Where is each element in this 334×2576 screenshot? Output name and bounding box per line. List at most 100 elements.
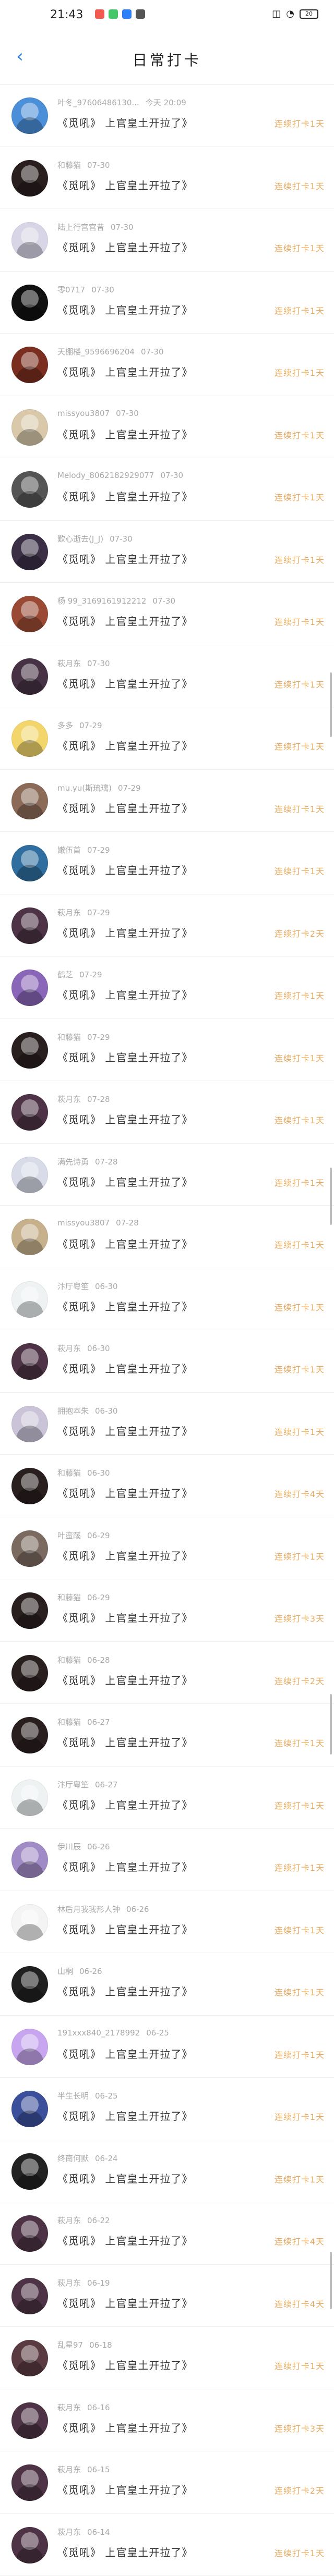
user-name[interactable]: 多多 [57, 721, 73, 730]
user-name[interactable]: 和藤猫 [57, 1468, 81, 1478]
user-name[interactable]: 半生长明 [57, 2091, 89, 2101]
avatar[interactable] [11, 1219, 48, 1255]
user-name[interactable]: 叶冬_97606486130... [57, 98, 139, 107]
user-name[interactable]: missyou3807 [57, 1218, 110, 1228]
avatar[interactable] [11, 1530, 48, 1567]
avatar[interactable] [11, 222, 48, 259]
checkin-row[interactable]: 萩月东07-30《觅吼》 上官皇土开拉了》连续打卡1天 [0, 645, 334, 708]
avatar[interactable] [11, 471, 48, 508]
avatar[interactable] [11, 1592, 48, 1629]
scrollbar[interactable] [330, 1694, 332, 1755]
checkin-row[interactable]: 天棚楼_959669620407-30《觅吼》 上官皇土开拉了》连续打卡1天 [0, 334, 334, 396]
user-name[interactable]: 满先诗勇 [57, 1157, 89, 1167]
checkin-row[interactable]: 和藤猫06-30《觅吼》 上官皇土开拉了》连续打卡4天 [0, 1455, 334, 1517]
user-name[interactable]: 萩月东 [57, 659, 81, 668]
checkin-row[interactable]: 和藤猫06-29《觅吼》 上官皇土开拉了》连续打卡3天 [0, 1579, 334, 1642]
user-name[interactable]: 和藤猫 [57, 1718, 81, 1727]
user-name[interactable]: 和藤猫 [57, 1655, 81, 1665]
user-name[interactable]: Melody_8062182929077 [57, 471, 154, 480]
avatar[interactable] [11, 347, 48, 383]
checkin-row[interactable]: 叶蛮蹊06-29《觅吼》 上官皇土开拉了》连续打卡1天 [0, 1517, 334, 1580]
checkin-row[interactable]: 萩月东07-28《觅吼》 上官皇土开拉了》连续打卡1天 [0, 1081, 334, 1144]
checkin-row[interactable]: 陆上行宫宫昔07-30《觅吼》 上官皇土开拉了》连续打卡1天 [0, 209, 334, 272]
user-name[interactable]: 萩月东 [57, 2465, 81, 2474]
checkin-row[interactable]: 鹤芝07-29《觅吼》 上官皇土开拉了》连续打卡1天 [0, 956, 334, 1019]
checkin-row[interactable]: 萩月东06-30《觅吼》 上官皇土开拉了》连续打卡1天 [0, 1330, 334, 1393]
checkin-row[interactable]: 和藤猫07-30《觅吼》 上官皇土开拉了》连续打卡1天 [0, 147, 334, 210]
user-name[interactable]: 鹤芝 [57, 970, 73, 979]
user-name[interactable]: 歎心逝去(J_J) [57, 534, 103, 544]
checkin-row[interactable]: 半生长明06-25《觅吼》 上官皇土开拉了》连续打卡1天 [0, 2078, 334, 2140]
user-name[interactable]: missyou3807 [57, 409, 110, 418]
user-name[interactable]: 拥抱本朱 [57, 1406, 89, 1416]
user-name[interactable]: 191xxx840_2178992 [57, 2028, 140, 2038]
checkin-row[interactable]: 满先诗勇07-28《觅吼》 上官皇土开拉了》连续打卡1天 [0, 1144, 334, 1206]
user-name[interactable]: 萩月东 [57, 2216, 81, 2225]
avatar[interactable] [11, 658, 48, 695]
avatar[interactable] [11, 2029, 48, 2065]
user-name[interactable]: 汴厅粤笙 [57, 1282, 89, 1291]
checkin-row[interactable]: 191xxx840_217899206-25《觅吼》 上官皇土开拉了》连续打卡1… [0, 2016, 334, 2078]
avatar[interactable] [11, 907, 48, 944]
checkin-row[interactable]: 嫩伍首07-29《觅吼》 上官皇土开拉了》连续打卡1天 [0, 832, 334, 894]
checkin-row[interactable]: 林后月我我形人钟06-26《觅吼》 上官皇土开拉了》连续打卡1天 [0, 1891, 334, 1954]
avatar[interactable] [11, 1406, 48, 1442]
user-name[interactable]: 乱星97 [57, 2340, 83, 2350]
checkin-row[interactable]: 多多07-29《觅吼》 上官皇土开拉了》连续打卡1天 [0, 707, 334, 770]
avatar[interactable] [11, 1780, 48, 1816]
scrollbar[interactable] [330, 1168, 332, 1225]
user-name[interactable]: 汴厅粤笙 [57, 1780, 89, 1789]
avatar[interactable] [11, 160, 48, 197]
avatar[interactable] [11, 1343, 48, 1380]
avatar[interactable] [11, 2091, 48, 2127]
user-name[interactable]: 萩月东 [57, 2278, 81, 2288]
avatar[interactable] [11, 2340, 48, 2376]
user-name[interactable]: 萩月东 [57, 2528, 81, 2537]
avatar[interactable] [11, 1281, 48, 1318]
user-name[interactable]: 零0717 [57, 285, 85, 295]
checkin-row[interactable]: 萩月东06-14《觅吼》 上官皇土开拉了》连续打卡1天 [0, 2514, 334, 2576]
avatar[interactable] [11, 1032, 48, 1069]
avatar[interactable] [11, 1904, 48, 1941]
checkin-row[interactable]: 叶冬_97606486130...今天 20:09《觅吼》 上官皇土开拉了》连续… [0, 84, 334, 147]
checkin-row[interactable]: 和藤猫06-28《觅吼》 上官皇土开拉了》连续打卡2天 [0, 1642, 334, 1704]
user-name[interactable]: 终南何默 [57, 2154, 89, 2163]
user-name[interactable]: 和藤猫 [57, 1593, 81, 1602]
avatar[interactable] [11, 1655, 48, 1691]
avatar[interactable] [11, 970, 48, 1006]
checkin-row[interactable]: 和藤猫06-27《觅吼》 上官皇土开拉了》连续打卡1天 [0, 1704, 334, 1767]
user-name[interactable]: 和藤猫 [57, 1033, 81, 1042]
checkin-row[interactable]: 和藤猫07-29《觅吼》 上官皇土开拉了》连续打卡1天 [0, 1019, 334, 1082]
user-name[interactable]: 和藤猫 [57, 161, 81, 170]
scrollbar[interactable] [330, 2252, 332, 2309]
user-name[interactable]: 萩月东 [57, 1095, 81, 1104]
user-name[interactable]: 伊川辰 [57, 1842, 81, 1851]
avatar[interactable] [11, 534, 48, 570]
avatar[interactable] [11, 1157, 48, 1193]
checkin-row[interactable]: 汴厅粤笙06-27《觅吼》 上官皇土开拉了》连续打卡1天 [0, 1767, 334, 1829]
user-name[interactable]: mu.yu(斯琉璃) [57, 783, 112, 793]
avatar[interactable] [11, 2153, 48, 2190]
avatar[interactable] [11, 1966, 48, 2003]
checkin-row[interactable]: 萩月东06-19《觅吼》 上官皇土开拉了》连续打卡4天 [0, 2265, 334, 2327]
checkin-row[interactable]: 终南何默06-24《觅吼》 上官皇土开拉了》连续打卡1天 [0, 2140, 334, 2203]
checkin-row[interactable]: 萩月东06-22《觅吼》 上官皇土开拉了》连续打卡4天 [0, 2202, 334, 2265]
user-name[interactable]: 山桐 [57, 1967, 73, 1976]
checkin-row[interactable]: 萩月东07-29《觅吼》 上官皇土开拉了》连续打卡2天 [0, 894, 334, 957]
avatar[interactable] [11, 596, 48, 632]
checkin-row[interactable]: 萩月东06-16《觅吼》 上官皇土开拉了》连续打卡3天 [0, 2389, 334, 2452]
avatar[interactable] [11, 2527, 48, 2563]
checkin-row[interactable]: mu.yu(斯琉璃)07-29《觅吼》 上官皇土开拉了》连续打卡1天 [0, 770, 334, 832]
checkin-row[interactable]: 乱星9706-18《觅吼》 上官皇土开拉了》连续打卡1天 [0, 2327, 334, 2389]
user-name[interactable]: 天棚楼_9596696204 [57, 347, 135, 357]
avatar[interactable] [11, 97, 48, 134]
avatar[interactable] [11, 2402, 48, 2439]
avatar[interactable] [11, 1094, 48, 1131]
user-name[interactable]: 杨 99_3169161912212 [57, 596, 146, 606]
avatar[interactable] [11, 285, 48, 321]
checkin-row[interactable]: 歎心逝去(J_J)07-30《觅吼》 上官皇土开拉了》连续打卡1天 [0, 521, 334, 583]
avatar[interactable] [11, 409, 48, 446]
avatar[interactable] [11, 2215, 48, 2252]
checkin-row[interactable]: Melody_806218292907707-30《觅吼》 上官皇土开拉了》连续… [0, 458, 334, 521]
user-name[interactable]: 萩月东 [57, 1344, 81, 1353]
